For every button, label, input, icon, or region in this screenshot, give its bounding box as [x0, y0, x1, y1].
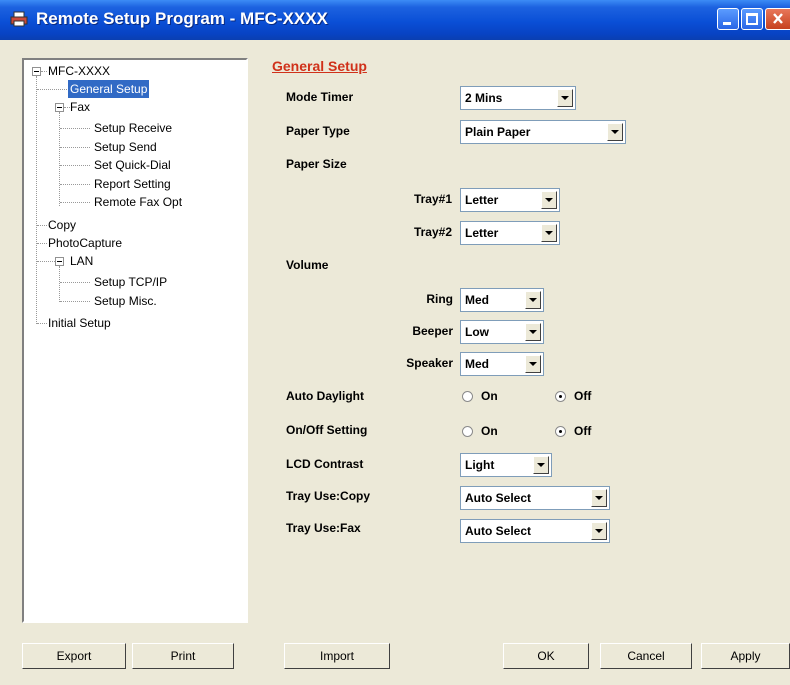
- tray2-select[interactable]: Letter: [460, 221, 560, 245]
- print-button[interactable]: Print: [132, 643, 234, 669]
- tree-collapse-fax-icon[interactable]: [55, 103, 64, 112]
- ring-value: Med: [465, 293, 489, 307]
- close-icon: [773, 13, 783, 24]
- mode-timer-value: 2 Mins: [465, 91, 503, 105]
- ring-label: Ring: [426, 292, 453, 306]
- tree-item-lan[interactable]: LAN: [70, 252, 93, 270]
- tree-item-report-setting[interactable]: Report Setting: [94, 175, 171, 193]
- tray-use-fax-value: Auto Select: [465, 524, 532, 538]
- onoff-setting-label: On/Off Setting: [286, 423, 368, 437]
- chevron-down-icon[interactable]: [525, 323, 541, 341]
- window-title: Remote Setup Program - MFC-XXXX: [36, 9, 328, 28]
- ok-button[interactable]: OK: [503, 643, 589, 669]
- beeper-value: Low: [465, 325, 489, 339]
- radio-checked-icon: [555, 426, 566, 437]
- maximize-button[interactable]: [741, 8, 763, 30]
- lcd-contrast-label: LCD Contrast: [286, 457, 364, 471]
- onoff-setting-on-label: On: [481, 424, 498, 438]
- mode-timer-label: Mode Timer: [286, 90, 354, 104]
- mode-timer-select[interactable]: 2 Mins: [460, 86, 576, 110]
- onoff-setting-off-label: Off: [574, 424, 592, 438]
- paper-type-label: Paper Type: [286, 124, 350, 138]
- onoff-setting-on-radio[interactable]: On: [462, 424, 522, 440]
- volume-label: Volume: [286, 258, 329, 272]
- radio-unchecked-icon: [462, 426, 473, 437]
- chevron-down-icon[interactable]: [541, 191, 557, 209]
- chevron-down-icon[interactable]: [591, 489, 607, 507]
- close-button[interactable]: [765, 8, 790, 30]
- beeper-label: Beeper: [412, 324, 453, 338]
- tree-item-photocapture[interactable]: PhotoCapture: [48, 234, 122, 252]
- chevron-down-icon[interactable]: [525, 355, 541, 373]
- minimize-button[interactable]: [717, 8, 739, 30]
- title-bar[interactable]: Remote Setup Program - MFC-XXXX: [0, 0, 790, 40]
- speaker-label: Speaker: [406, 356, 453, 370]
- chevron-down-icon[interactable]: [533, 456, 549, 474]
- tray-use-copy-value: Auto Select: [465, 491, 532, 505]
- lcd-contrast-select[interactable]: Light: [460, 453, 552, 477]
- chevron-down-icon[interactable]: [557, 89, 573, 107]
- tray-use-copy-select[interactable]: Auto Select: [460, 486, 610, 510]
- speaker-value: Med: [465, 357, 489, 371]
- tree-item-setup-receive[interactable]: Setup Receive: [94, 119, 172, 137]
- beeper-select[interactable]: Low: [460, 320, 544, 344]
- radio-checked-icon: [555, 391, 566, 402]
- chevron-down-icon[interactable]: [591, 522, 607, 540]
- import-button[interactable]: Import: [284, 643, 390, 669]
- remote-setup-window: Remote Setup Program - MFC-XXXX MFC-XXXX…: [0, 0, 790, 685]
- tray1-value: Letter: [465, 193, 499, 207]
- tray1-label: Tray#1: [413, 192, 452, 206]
- chevron-down-icon[interactable]: [607, 123, 623, 141]
- tree-collapse-lan-icon[interactable]: [55, 257, 64, 266]
- maximize-icon: [746, 13, 758, 25]
- paper-size-label: Paper Size: [286, 157, 347, 171]
- tree-item-copy[interactable]: Copy: [48, 216, 76, 234]
- tree-item-fax[interactable]: Fax: [70, 98, 90, 116]
- settings-tree[interactable]: MFC-XXXX General Setup Fax Setup Receive…: [22, 58, 248, 623]
- tree-item-setup-misc[interactable]: Setup Misc.: [94, 292, 157, 310]
- export-button[interactable]: Export: [22, 643, 126, 669]
- ring-select[interactable]: Med: [460, 288, 544, 312]
- minimize-icon: [723, 22, 731, 25]
- tree-item-root[interactable]: MFC-XXXX: [48, 62, 110, 80]
- paper-type-value: Plain Paper: [465, 125, 531, 139]
- radio-unchecked-icon: [462, 391, 473, 402]
- tray2-value: Letter: [465, 226, 499, 240]
- lcd-contrast-value: Light: [465, 458, 495, 472]
- printer-icon: [10, 11, 28, 27]
- tree-collapse-root-icon[interactable]: [32, 67, 41, 76]
- tray2-label: Tray#2: [413, 225, 452, 239]
- tree-item-setup-tcpip[interactable]: Setup TCP/IP: [94, 273, 167, 291]
- auto-daylight-on-label: On: [481, 389, 498, 403]
- tree-item-initial-setup[interactable]: Initial Setup: [48, 314, 111, 332]
- tray-use-fax-label: Tray Use:Fax: [286, 521, 361, 535]
- tree-item-general-setup[interactable]: General Setup: [68, 80, 150, 98]
- paper-type-select[interactable]: Plain Paper: [460, 120, 626, 144]
- speaker-select[interactable]: Med: [460, 352, 544, 376]
- chevron-down-icon[interactable]: [525, 291, 541, 309]
- chevron-down-icon[interactable]: [541, 224, 557, 242]
- tray-use-copy-label: Tray Use:Copy: [286, 489, 371, 503]
- cancel-button[interactable]: Cancel: [600, 643, 692, 669]
- section-heading: General Setup: [272, 58, 367, 74]
- auto-daylight-off-label: Off: [574, 389, 592, 403]
- onoff-setting-off-radio[interactable]: Off: [555, 424, 615, 440]
- tree-item-setup-send[interactable]: Setup Send: [94, 138, 157, 156]
- tray1-select[interactable]: Letter: [460, 188, 560, 212]
- apply-button[interactable]: Apply: [701, 643, 790, 669]
- tree-item-remote-fax-opt[interactable]: Remote Fax Opt: [94, 193, 182, 211]
- auto-daylight-on-radio[interactable]: On: [462, 389, 522, 405]
- auto-daylight-label: Auto Daylight: [286, 389, 364, 403]
- tray-use-fax-select[interactable]: Auto Select: [460, 519, 610, 543]
- tree-item-set-quick-dial[interactable]: Set Quick-Dial: [94, 156, 171, 174]
- auto-daylight-off-radio[interactable]: Off: [555, 389, 615, 405]
